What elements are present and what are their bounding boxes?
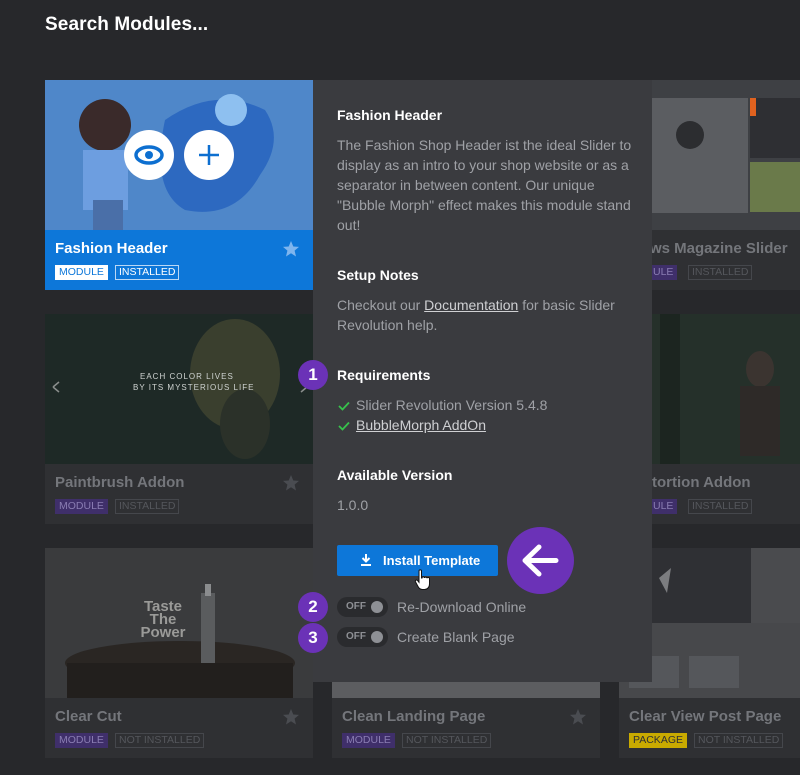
blank-page-toggle[interactable]: OFF <box>337 627 388 647</box>
star-icon[interactable] <box>569 708 587 726</box>
setup-notes-heading: Setup Notes <box>337 267 419 283</box>
callout-badge-2: 2 <box>298 592 328 622</box>
thumb-caption-1: EACH COLOR LIVES <box>140 372 234 381</box>
card-title: tortion Addon <box>652 474 751 491</box>
install-template-label: Install Template <box>383 553 481 568</box>
card-footer: Fashion Header MODULE INSTALLED <box>45 230 313 290</box>
documentation-link[interactable]: Documentation <box>424 297 518 313</box>
callout-badge-3: 3 <box>298 623 328 653</box>
type-badge: ULE <box>649 499 678 514</box>
check-icon <box>338 421 350 431</box>
module-card-clear-cut[interactable]: Taste The Power Clear Cut MODULE NOT INS… <box>45 548 313 758</box>
card-title: Clear Cut <box>55 708 122 725</box>
status-badge: NOT INSTALLED <box>694 733 784 748</box>
thumb-caption-2: BY ITS MYSTERIOUS LIFE <box>133 383 255 392</box>
redownload-label: Re-Download Online <box>397 599 527 615</box>
setup-notes-pre: Checkout our <box>337 297 425 313</box>
module-detail-panel: Fashion Header The Fashion Shop Header i… <box>313 80 652 682</box>
status-badge: INSTALLED <box>688 265 753 280</box>
type-badge: ULE <box>649 265 678 280</box>
status-badge: NOT INSTALLED <box>115 733 205 748</box>
status-badge: INSTALLED <box>115 265 180 280</box>
card-footer: Clear View Post Page PACKAGE NOT INSTALL… <box>619 698 800 758</box>
detail-description: The Fashion Shop Header ist the ideal Sl… <box>337 137 632 233</box>
setup-notes-text: Checkout our Documentation for basic Sli… <box>337 295 632 335</box>
callout-badge-1: 1 <box>298 360 328 390</box>
card-thumbnail: EACH COLOR LIVES BY ITS MYSTERIOUS LIFE <box>45 314 313 464</box>
detail-title: Fashion Header <box>337 107 443 123</box>
star-icon[interactable] <box>282 474 300 492</box>
arrow-left-icon <box>522 544 559 577</box>
card-title: Paintbrush Addon <box>55 474 185 491</box>
download-icon <box>361 554 371 566</box>
requirements-heading: Requirements <box>337 367 431 383</box>
card-title: Fashion Header <box>55 240 168 257</box>
type-badge: MODULE <box>342 733 395 748</box>
page-title: Search Modules... <box>45 14 209 35</box>
type-badge: MODULE <box>55 499 108 514</box>
plus-icon <box>199 145 219 165</box>
card-footer: Clear Cut MODULE NOT INSTALLED <box>45 698 313 758</box>
eye-icon <box>134 145 164 165</box>
bubblemorph-addon-link[interactable]: BubbleMorph AddOn <box>356 415 486 435</box>
requirement-item: Slider Revolution Version 5.4.8 <box>356 397 548 413</box>
callout-arrow <box>507 527 574 594</box>
thumb-caption: Taste The Power <box>140 598 186 641</box>
available-version-value: 1.0.0 <box>337 497 369 513</box>
status-badge: INSTALLED <box>115 499 180 514</box>
card-thumbnail <box>45 80 313 230</box>
type-badge: MODULE <box>55 265 108 280</box>
type-badge: PACKAGE <box>629 733 687 748</box>
preview-button[interactable] <box>124 130 174 180</box>
available-version-heading: Available Version <box>337 467 453 483</box>
type-badge: MODULE <box>55 733 108 748</box>
card-footer: Clean Landing Page MODULE NOT INSTALLED <box>332 698 600 758</box>
star-icon[interactable] <box>282 240 300 258</box>
status-badge: NOT INSTALLED <box>402 733 492 748</box>
card-title: ws Magazine Slider <box>650 240 788 257</box>
hand-cursor-icon <box>414 569 430 590</box>
toggle-knob <box>371 601 383 613</box>
card-thumbnail: Taste The Power <box>45 548 313 698</box>
card-title: Clear View Post Page <box>629 708 782 725</box>
blank-page-label: Create Blank Page <box>397 629 515 645</box>
fashion-thumbnail-art <box>45 80 313 230</box>
star-icon[interactable] <box>282 708 300 726</box>
module-card-paintbrush-addon[interactable]: EACH COLOR LIVES BY ITS MYSTERIOUS LIFE … <box>45 314 313 524</box>
status-badge: INSTALLED <box>688 499 753 514</box>
check-icon <box>338 401 350 411</box>
card-title: Clean Landing Page <box>342 708 486 725</box>
module-card-fashion-header[interactable]: Fashion Header MODULE INSTALLED <box>45 80 313 290</box>
card-footer: Paintbrush Addon MODULE INSTALLED <box>45 464 313 524</box>
toggle-state: OFF <box>346 601 366 612</box>
add-button[interactable] <box>184 130 234 180</box>
redownload-toggle[interactable]: OFF <box>337 597 388 617</box>
toggle-state: OFF <box>346 631 366 642</box>
toggle-knob <box>371 631 383 643</box>
